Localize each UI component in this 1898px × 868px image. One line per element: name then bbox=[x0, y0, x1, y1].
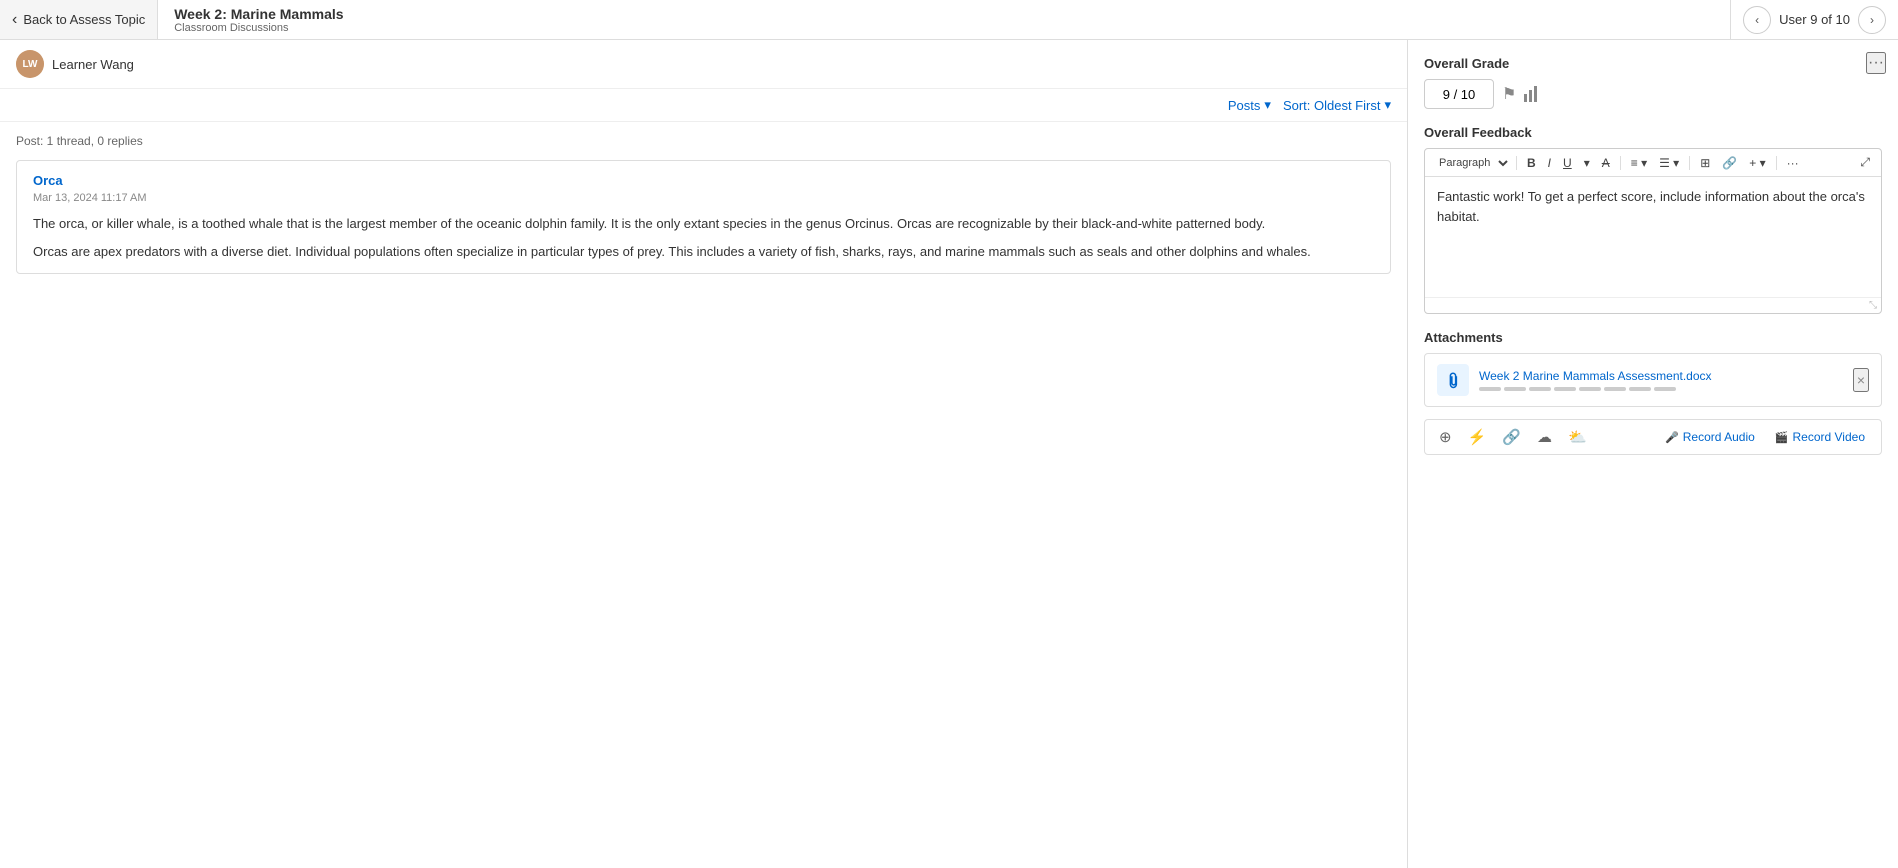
main-layout: LW Learner Wang Posts ▾ Sort: Oldest Fir… bbox=[0, 40, 1898, 868]
progress-block bbox=[1629, 387, 1651, 391]
next-arrow-icon: › bbox=[1870, 13, 1874, 27]
page-title: Week 2: Marine Mammals bbox=[174, 6, 1714, 22]
posts-filter-button[interactable]: Posts ▾ bbox=[1228, 97, 1271, 113]
previous-user-button[interactable]: ‹ bbox=[1743, 6, 1771, 34]
post-summary: Post: 1 thread, 0 replies bbox=[16, 134, 1391, 148]
attachment-progress-bar bbox=[1479, 387, 1843, 391]
feedback-editor: Paragraph B I U ▾ A ≡ ▾ ☰ ▾ ⊞ 🔗 + ▾ ··· … bbox=[1424, 148, 1882, 314]
progress-block bbox=[1554, 387, 1576, 391]
grade-row: ⚑ bbox=[1424, 79, 1882, 109]
attachment-remove-button[interactable]: × bbox=[1853, 368, 1869, 392]
mic-icon: 🎤 bbox=[1665, 431, 1679, 444]
progress-block bbox=[1579, 387, 1601, 391]
learner-header: LW Learner Wang bbox=[0, 40, 1407, 89]
paragraph-format-select[interactable]: Paragraph bbox=[1431, 154, 1511, 172]
align-button[interactable]: ≡ ▾ bbox=[1626, 154, 1652, 172]
more-toolbar-button[interactable]: ··· bbox=[1782, 154, 1804, 172]
post-card: Orca Mar 13, 2024 11:17 AM The orca, or … bbox=[16, 160, 1391, 274]
attachment-card: Week 2 Marine Mammals Assessment.docx × bbox=[1424, 353, 1882, 407]
progress-block bbox=[1604, 387, 1626, 391]
attachment-info: Week 2 Marine Mammals Assessment.docx bbox=[1479, 369, 1843, 391]
more-options-button[interactable]: ··· bbox=[1866, 52, 1886, 74]
cloud-upload-button[interactable]: ☁ bbox=[1533, 426, 1556, 448]
post-body: The orca, or killer whale, is a toothed … bbox=[33, 214, 1374, 261]
sort-filter-button[interactable]: Sort: Oldest First ▾ bbox=[1283, 97, 1391, 113]
filter-bar: Posts ▾ Sort: Oldest First ▾ bbox=[0, 89, 1407, 122]
record-video-label: Record Video bbox=[1793, 430, 1866, 444]
media-toolbar: ⊕ ⚡ 🔗 ☁ ⛅ 🎤 Record Audio 🎬 Record Video bbox=[1424, 419, 1882, 455]
expand-button[interactable]: ⤢ bbox=[1855, 153, 1875, 172]
back-label: Back to Assess Topic bbox=[23, 12, 145, 27]
learner-name: Learner Wang bbox=[52, 57, 134, 72]
link-media-button[interactable]: 🔗 bbox=[1498, 426, 1525, 448]
record-audio-label: Record Audio bbox=[1683, 430, 1755, 444]
page-subtitle: Classroom Discussions bbox=[174, 22, 1714, 34]
bold-button[interactable]: B bbox=[1522, 154, 1541, 172]
progress-block bbox=[1654, 387, 1676, 391]
post-paragraph-1: The orca, or killer whale, is a toothed … bbox=[33, 214, 1374, 234]
underline-dropdown-button[interactable]: ▾ bbox=[1579, 154, 1595, 172]
progress-block bbox=[1529, 387, 1551, 391]
list-button[interactable]: ☰ ▾ bbox=[1654, 154, 1684, 172]
back-arrow-icon: ‹ bbox=[12, 11, 17, 29]
record-video-button[interactable]: 🎬 Record Video bbox=[1769, 428, 1871, 446]
avatar: LW bbox=[16, 50, 44, 78]
right-panel: ··· Overall Grade ⚑ Overall Feedback Par… bbox=[1408, 40, 1898, 868]
sort-chevron-icon: ▾ bbox=[1384, 97, 1391, 113]
bar-chart-icon[interactable] bbox=[1524, 86, 1537, 102]
grade-section-label: Overall Grade bbox=[1424, 56, 1882, 71]
prev-arrow-icon: ‹ bbox=[1755, 13, 1759, 27]
avatar-initials: LW bbox=[16, 50, 44, 78]
resize-icon: ⤡ bbox=[1869, 300, 1877, 311]
flag-icon[interactable]: ⚑ bbox=[1502, 84, 1516, 104]
grade-input[interactable] bbox=[1424, 79, 1494, 109]
record-audio-button[interactable]: 🎤 Record Audio bbox=[1659, 428, 1761, 446]
sort-filter-label: Sort: Oldest First bbox=[1283, 98, 1381, 113]
feedback-text-area[interactable]: Fantastic work! To get a perfect score, … bbox=[1425, 177, 1881, 297]
insert-button[interactable]: + ▾ bbox=[1744, 154, 1770, 172]
link-button[interactable]: 🔗 bbox=[1717, 154, 1742, 172]
post-paragraph-2: Orcas are apex predators with a diverse … bbox=[33, 242, 1374, 262]
post-date: Mar 13, 2024 11:17 AM bbox=[33, 192, 1374, 204]
app-header: ‹ Back to Assess Topic Week 2: Marine Ma… bbox=[0, 0, 1898, 40]
header-navigation: ‹ User 9 of 10 › bbox=[1730, 0, 1898, 39]
strikethrough-button[interactable]: A bbox=[1597, 154, 1615, 172]
cloud-button[interactable]: ⛅ bbox=[1564, 426, 1591, 448]
attachments-label: Attachments bbox=[1424, 330, 1882, 345]
header-title-area: Week 2: Marine Mammals Classroom Discuss… bbox=[158, 0, 1730, 39]
progress-block bbox=[1479, 387, 1501, 391]
underline-button[interactable]: U bbox=[1558, 154, 1577, 172]
progress-block bbox=[1504, 387, 1526, 391]
italic-button[interactable]: I bbox=[1543, 154, 1556, 172]
next-user-button[interactable]: › bbox=[1858, 6, 1886, 34]
posts-chevron-icon: ▾ bbox=[1264, 97, 1271, 113]
feedback-section-label: Overall Feedback bbox=[1424, 125, 1882, 140]
lightning-button[interactable]: ⚡ bbox=[1464, 426, 1491, 448]
user-counter: User 9 of 10 bbox=[1779, 12, 1850, 27]
posts-filter-label: Posts bbox=[1228, 98, 1261, 113]
left-panel: LW Learner Wang Posts ▾ Sort: Oldest Fir… bbox=[0, 40, 1408, 868]
video-icon: 🎬 bbox=[1775, 431, 1789, 444]
more-horiz-icon: ··· bbox=[1868, 54, 1884, 71]
editor-toolbar: Paragraph B I U ▾ A ≡ ▾ ☰ ▾ ⊞ 🔗 + ▾ ··· … bbox=[1425, 149, 1881, 177]
attachment-file-icon bbox=[1437, 364, 1469, 396]
table-button[interactable]: ⊞ bbox=[1695, 154, 1715, 172]
attachments-section: Attachments Week 2 Marine Mammals Assess… bbox=[1424, 330, 1882, 407]
feedback-content: Fantastic work! To get a perfect score, … bbox=[1437, 189, 1865, 224]
attachment-filename[interactable]: Week 2 Marine Mammals Assessment.docx bbox=[1479, 369, 1843, 383]
upload-button[interactable]: ⊕ bbox=[1435, 426, 1456, 448]
post-title[interactable]: Orca bbox=[33, 173, 1374, 188]
back-button[interactable]: ‹ Back to Assess Topic bbox=[0, 0, 158, 39]
editor-resize-handle[interactable]: ⤡ bbox=[1425, 297, 1881, 313]
posts-area: Post: 1 thread, 0 replies Orca Mar 13, 2… bbox=[0, 122, 1407, 868]
